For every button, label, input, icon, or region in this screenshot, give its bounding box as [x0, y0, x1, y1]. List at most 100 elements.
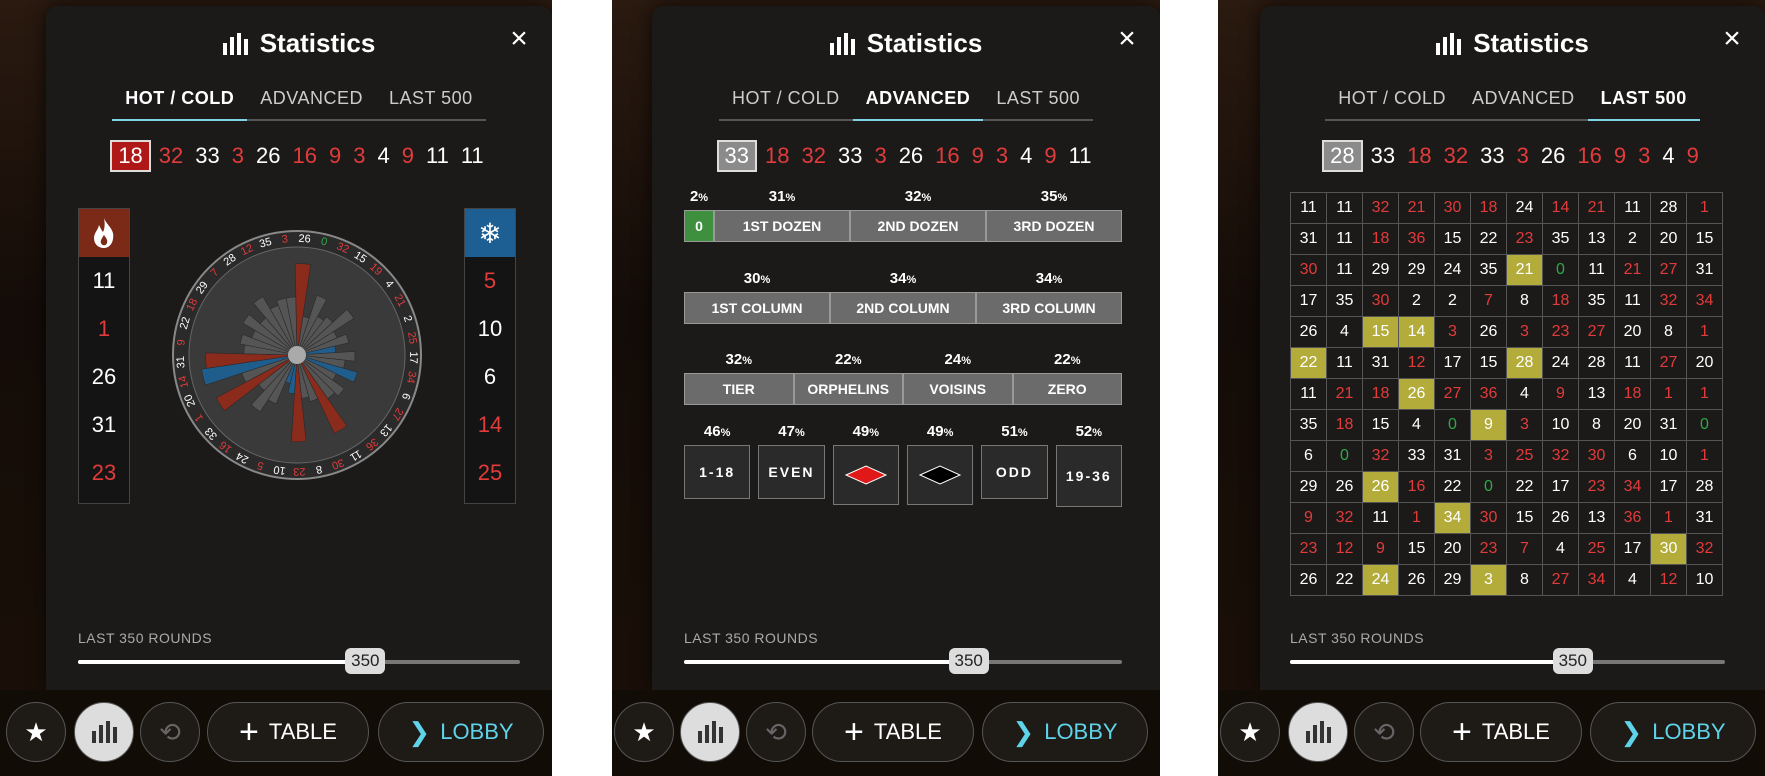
bet-area[interactable]: VOISINS [903, 373, 1013, 405]
lobby-button[interactable]: ❯ LOBBY [378, 702, 544, 762]
wheel-number: 25 [405, 331, 419, 345]
tab-last-500[interactable]: LAST 500 [1587, 80, 1700, 121]
percent-sign: % [1070, 355, 1081, 367]
favorites-button[interactable]: ★ [614, 702, 674, 762]
slider-handle[interactable]: 350 [948, 648, 989, 674]
slider-handle[interactable]: 350 [1552, 648, 1593, 674]
close-icon[interactable]: × [1717, 24, 1747, 54]
screen-last-500: Statistics × HOT / COLD ADVANCED LAST 50… [1218, 0, 1765, 776]
history-number: 16 [935, 143, 960, 168]
tab-hot-cold[interactable]: HOT / COLD [719, 80, 853, 119]
black-bet-box[interactable] [906, 445, 974, 505]
grid-cell: 2 [1614, 223, 1651, 255]
grid-cell: 15 [1434, 223, 1471, 255]
cold-number: 5 [483, 268, 497, 293]
percent-sign: % [1092, 427, 1103, 439]
tab-last-500[interactable]: LAST 500 [983, 80, 1093, 119]
history-number: 3 [995, 143, 1009, 168]
statistics-button[interactable] [74, 702, 134, 762]
bet-area[interactable]: 2ND DOZEN [850, 210, 986, 242]
cold-numbers-column: ❄ 5 10 6 14 25 [464, 208, 516, 504]
bet-area[interactable]: 1ST COLUMN [684, 292, 830, 324]
add-table-button[interactable]: + TABLE [207, 702, 369, 762]
grid-cell: 22 [1290, 347, 1327, 379]
cold-number: 14 [477, 412, 503, 437]
rounds-slider[interactable]: LAST 350 ROUNDS 350 [78, 630, 520, 674]
statistics-button[interactable] [1288, 702, 1348, 762]
favorites-button[interactable]: ★ [6, 702, 66, 762]
even-bet-box[interactable]: EVEN [758, 445, 825, 499]
grid-row: 31 11 18 36 15 22 23 35 13 2 20 15 [1290, 223, 1723, 255]
slider-track[interactable]: 350 [684, 648, 1122, 674]
sectors-row: 32% TIER 22% ORPHELINS 24% VOISINS 22% ZERO [684, 351, 1122, 405]
grid-cell: 7 [1470, 285, 1507, 317]
history-number: 26 [256, 143, 281, 168]
close-icon[interactable]: × [1112, 24, 1142, 54]
slider-handle[interactable]: 350 [345, 648, 386, 674]
tab-advanced[interactable]: ADVANCED [247, 80, 376, 119]
tab-advanced[interactable]: ADVANCED [852, 80, 984, 121]
lobby-button[interactable]: ❯ LOBBY [982, 702, 1148, 762]
statistics-panel: Statistics × HOT / COLD ADVANCED LAST 50… [1260, 6, 1765, 690]
slider-label: LAST 350 ROUNDS [1290, 630, 1425, 646]
grid-cell: 34 [1434, 502, 1471, 534]
grid-row: 23 12 9 15 20 23 7 4 25 17 30 32 [1290, 533, 1723, 565]
red-bet-box[interactable] [832, 445, 899, 505]
slider-track[interactable]: 350 [1290, 648, 1725, 674]
grid-row: 35 18 15 4 0 9 3 10 8 20 31 0 [1290, 409, 1723, 441]
rounds-slider[interactable]: LAST 350 ROUNDS 350 [1290, 630, 1725, 674]
add-table-button[interactable]: + TABLE [1420, 702, 1582, 762]
statistics-button[interactable] [680, 702, 740, 762]
repeat-button[interactable]: ⟲ [746, 702, 806, 762]
history-number: 33 [195, 143, 220, 168]
fire-icon [79, 209, 129, 257]
history-number: 26 [898, 143, 924, 168]
grid-cell: 31 [1686, 254, 1723, 286]
grid-cell: 8 [1506, 285, 1543, 317]
stat-percent: 35% [986, 188, 1122, 205]
grid-cell: 11 [1326, 192, 1363, 224]
grid-cell: 23 [1578, 471, 1615, 503]
grid-cell: 0 [1326, 440, 1363, 472]
grid-cell: 24 [1362, 564, 1399, 596]
grid-cell: 11 [1290, 192, 1327, 224]
add-table-button[interactable]: + TABLE [812, 702, 974, 762]
rounds-slider[interactable]: LAST 350 ROUNDS 350 [684, 630, 1122, 674]
bet-area[interactable]: 1ST DOZEN [714, 210, 850, 242]
slider-label: LAST 350 ROUNDS [684, 630, 819, 646]
lobby-button[interactable]: ❯ LOBBY [1590, 702, 1756, 762]
plus-icon: + [1452, 712, 1472, 751]
repeat-button[interactable]: ⟲ [140, 702, 200, 762]
bet-area[interactable]: 2ND COLUMN [830, 292, 976, 324]
favorites-button[interactable]: ★ [1220, 702, 1280, 762]
tab-advanced[interactable]: ADVANCED [1459, 80, 1588, 119]
stats-tabs: HOT / COLD ADVANCED LAST 500 [652, 80, 1160, 121]
grid-cell: 24 [1506, 192, 1543, 224]
tab-last-500[interactable]: LAST 500 [376, 80, 486, 119]
bet-area[interactable]: ORPHELINS [793, 373, 903, 405]
even-bet-box[interactable]: 1-18 [684, 445, 751, 499]
grid-cell: 31 [1290, 223, 1327, 255]
even-bet-box[interactable]: 19-36 [1055, 445, 1122, 507]
tab-hot-cold[interactable]: HOT / COLD [1325, 80, 1459, 119]
slider-track[interactable]: 350 [78, 648, 520, 674]
grid-cell: 28 [1506, 347, 1543, 379]
bet-area[interactable]: ZERO [1012, 373, 1122, 405]
grid-cell: 17 [1290, 285, 1327, 317]
percent-value: 51 [1001, 423, 1018, 440]
bet-area[interactable]: 0 [684, 210, 714, 242]
grid-cell: 1 [1686, 378, 1723, 410]
grid-cell: 15 [1362, 316, 1399, 348]
history-number: 3 [1638, 143, 1651, 168]
grid-cell: 0 [1542, 254, 1579, 286]
close-icon[interactable]: × [504, 24, 534, 54]
bet-area[interactable]: 3RD DOZEN [986, 210, 1122, 242]
grid-cell: 4 [1614, 564, 1651, 596]
tab-hot-cold[interactable]: HOT / COLD [112, 80, 248, 121]
last-500-grid: 11 11 32 21 30 18 24 14 21 11 28 1 31 11 18 36 15 22 23 35 1… [1290, 192, 1723, 596]
bet-area[interactable]: 3RD COLUMN [976, 292, 1122, 324]
even-bet-box[interactable]: ODD [981, 445, 1048, 499]
bet-area[interactable]: TIER [684, 373, 794, 405]
repeat-button[interactable]: ⟲ [1354, 702, 1414, 762]
percent-value: 34 [1035, 270, 1053, 287]
